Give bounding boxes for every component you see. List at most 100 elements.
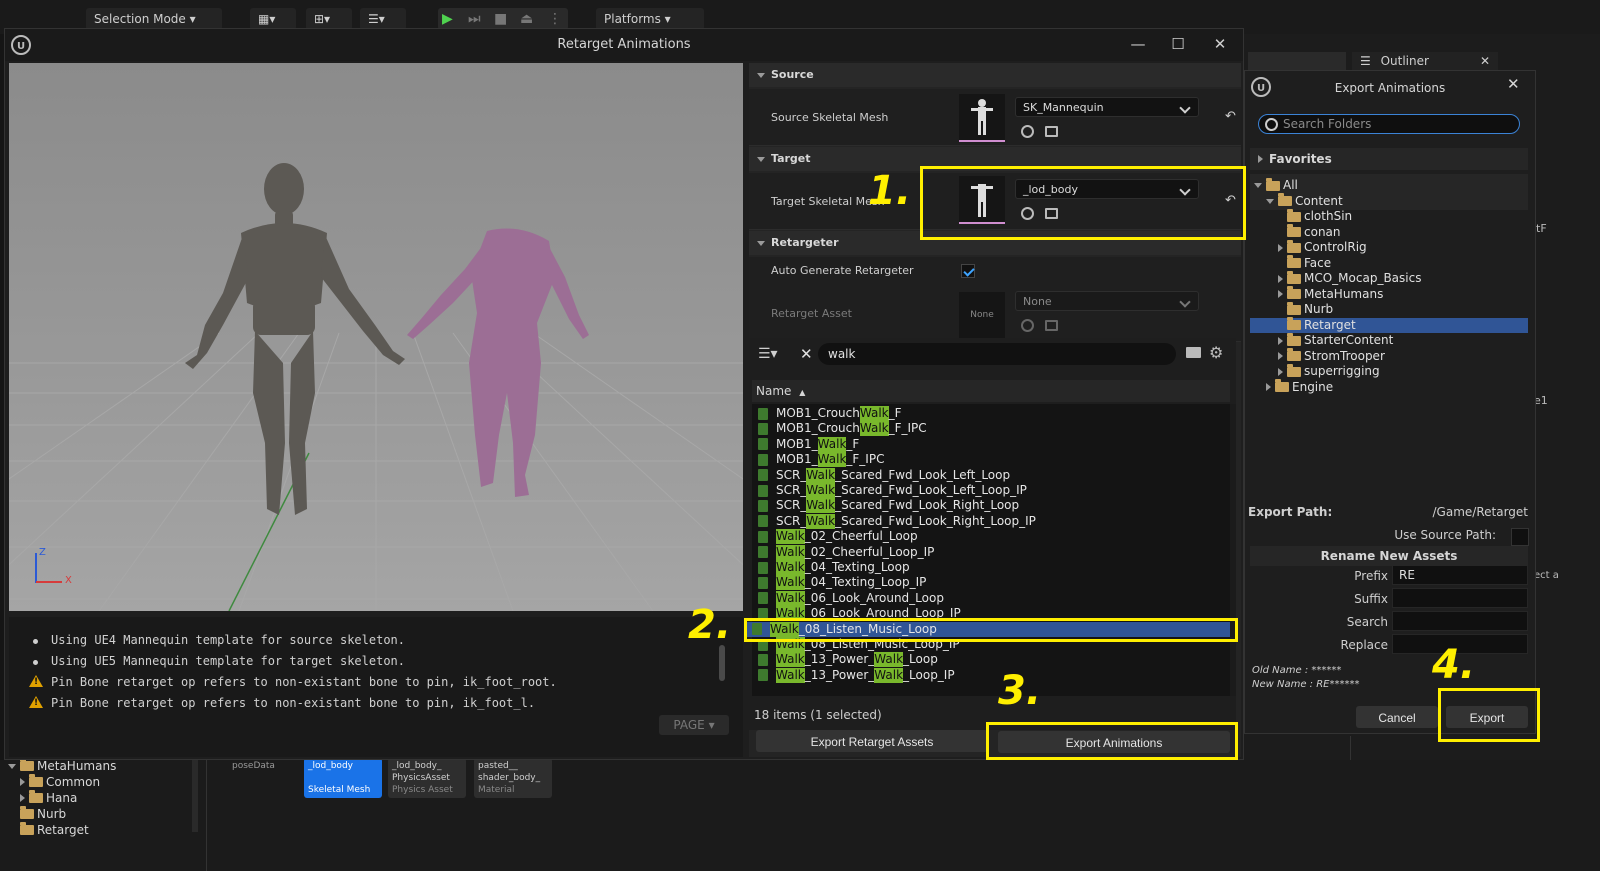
folder-tree-item[interactable]: ControlRig <box>1250 239 1528 255</box>
asset-tile-selected[interactable]: _lod_body Skeletal Mesh <box>304 758 382 798</box>
maximize-button[interactable]: ☐ <box>1165 33 1191 55</box>
selection-mode-dropdown[interactable]: Selection Mode ▾ <box>86 8 222 30</box>
settings-gear-icon[interactable]: ⚙ <box>1209 343 1223 362</box>
use-selected-icon[interactable] <box>1021 319 1034 332</box>
blueprint-icon[interactable]: ⊞▾ <box>306 8 352 30</box>
clear-search-icon[interactable]: ✕ <box>800 345 813 363</box>
export-retarget-assets-button[interactable]: Export Retarget Assets <box>756 730 988 752</box>
asset-search-input[interactable]: walk <box>818 343 1176 365</box>
folder-tree-item[interactable]: MCO_Mocap_Basics <box>1250 270 1528 286</box>
folder-tree-item[interactable]: Nurb <box>1250 301 1528 317</box>
asset-tile[interactable]: pasted__ shader_body_ Material <box>474 758 552 798</box>
add-actor-icon[interactable]: ▦▾ <box>250 8 296 30</box>
folder-item[interactable]: Common <box>8 774 116 790</box>
retarget-asset-combo[interactable]: None <box>1015 291 1199 311</box>
search-match-highlight: Walk <box>776 575 805 591</box>
eject-icon[interactable]: ⏏ <box>520 11 533 27</box>
search-replace-input[interactable] <box>1392 611 1528 631</box>
folder-tree-item[interactable]: Engine <box>1250 379 1528 395</box>
page-button[interactable]: PAGE ▾ <box>659 715 729 735</box>
asset-tile[interactable]: _lod_body_ PhysicsAsset Physics Asset <box>388 758 466 798</box>
animation-item[interactable]: Walk _02_Cheerful_Loop_IP <box>758 544 934 560</box>
animation-item[interactable]: SCR_ Walk _Scared_Fwd_Look_Left_Loop_IP <box>758 483 1027 498</box>
prefix-input[interactable]: RE <box>1392 565 1528 585</box>
viewport-tabs[interactable] <box>1248 52 1346 70</box>
filter-icon[interactable]: ☰▾ <box>758 346 778 362</box>
dialog-close-button[interactable]: ✕ <box>1507 75 1520 93</box>
chevron-right-icon[interactable] <box>1278 274 1283 283</box>
folder-tree-item[interactable]: MetaHumans <box>1250 286 1528 302</box>
retarget-asset-value: None <box>1023 295 1052 308</box>
close-button[interactable]: ✕ <box>1207 33 1233 55</box>
source-mesh-combo[interactable]: SK_Mannequin <box>1015 97 1199 117</box>
section-source[interactable]: Source <box>749 63 1241 87</box>
outliner-tab[interactable]: ☰ Outliner ✕ <box>1352 52 1498 70</box>
use-source-path-checkbox[interactable] <box>1511 528 1529 546</box>
folder-item[interactable]: Nurb <box>8 806 116 822</box>
chevron-right-icon[interactable] <box>1278 352 1283 360</box>
animation-name-part: _Loop <box>903 652 938 667</box>
folder-tree-item[interactable]: StarterContent <box>1250 332 1528 348</box>
folder-item[interactable]: MetaHumans <box>8 758 116 774</box>
animation-item[interactable]: Walk _13_Power_ Walk _Loop <box>758 652 938 668</box>
animation-item[interactable]: MOB1_Crouch Walk _F <box>758 406 902 421</box>
minimize-button[interactable]: — <box>1125 33 1151 55</box>
list-header[interactable]: Name ▲ <box>752 380 1230 402</box>
skip-icon[interactable]: ⏭ <box>468 11 481 27</box>
folder-tree-item[interactable]: StromTrooper <box>1250 348 1528 364</box>
tree-scrollbar[interactable] <box>192 760 198 832</box>
platforms-dropdown[interactable]: Platforms ▾ <box>596 8 704 30</box>
folder-item[interactable]: Retarget <box>8 822 116 838</box>
animation-item[interactable]: SCR_ Walk _Scared_Fwd_Look_Left_Loop <box>758 467 1010 483</box>
asset-tile[interactable]: poseData <box>228 758 306 798</box>
chevron-down-icon[interactable] <box>1254 183 1262 188</box>
folder-tree-item[interactable]: Retarget <box>1250 317 1528 333</box>
cinematics-icon[interactable]: ☰▾ <box>360 8 406 30</box>
chevron-right-icon[interactable] <box>1278 336 1283 345</box>
play-controls[interactable]: ▶ ⏭ ■ ⏏ ⋮ <box>438 8 568 30</box>
search-folders-input[interactable]: Search Folders <box>1258 114 1520 134</box>
animation-item[interactable]: MOB1_ Walk _F_IPC <box>758 452 884 468</box>
use-selected-icon[interactable] <box>1021 125 1034 138</box>
retarget-asset-thumbnail[interactable]: None <box>959 292 1005 340</box>
outliner-close-icon[interactable]: ✕ <box>1480 52 1490 70</box>
folder-item[interactable]: Hana <box>8 790 116 806</box>
suffix-input[interactable] <box>1392 588 1528 608</box>
animation-item[interactable]: MOB1_ Walk _F <box>758 436 859 452</box>
folder-tree-item[interactable]: superrigging <box>1250 363 1528 379</box>
reset-arrow-icon[interactable]: ↶ <box>1225 109 1236 124</box>
browse-folder-icon[interactable] <box>1045 320 1058 331</box>
more-icon[interactable]: ⋮ <box>548 11 562 27</box>
folder-tree-item[interactable]: Content <box>1250 193 1528 209</box>
stop-icon[interactable]: ■ <box>494 11 507 27</box>
preview-viewport[interactable]: Z X <box>9 63 743 611</box>
animation-item[interactable]: Walk _06_Look_Around_Loop <box>758 590 944 606</box>
chevron-right-icon[interactable] <box>1278 367 1283 376</box>
animation-item[interactable]: Walk _13_Power_ Walk _Loop_IP <box>758 667 955 683</box>
folder-tree-item[interactable]: Face <box>1250 255 1528 271</box>
animation-item[interactable]: SCR_ Walk _Scared_Fwd_Look_Right_Loop <box>758 498 1019 514</box>
chevron-down-icon[interactable] <box>1266 198 1274 204</box>
folder-tree-item[interactable]: clothSin <box>1250 208 1528 224</box>
animation-item[interactable]: MOB1_Crouch Walk _F_IPC <box>758 421 927 437</box>
folder-tree-item[interactable]: conan <box>1250 224 1528 240</box>
browse-folder-icon[interactable] <box>1045 126 1058 137</box>
play-icon[interactable]: ▶ <box>442 11 453 27</box>
animation-item[interactable]: Walk _02_Cheerful_Loop <box>758 529 918 545</box>
folder-tree-item[interactable]: All <box>1250 177 1528 193</box>
favorites-section[interactable]: Favorites <box>1250 148 1528 170</box>
folder-view-icon[interactable] <box>1186 347 1201 358</box>
chevron-right-icon[interactable] <box>1266 383 1271 391</box>
window-titlebar[interactable]: U Retarget Animations — ☐ ✕ <box>5 29 1243 61</box>
search-match-highlight: Walk <box>776 590 805 606</box>
animation-item[interactable]: Walk _04_Texting_Loop_IP <box>758 575 926 591</box>
auto-generate-checkbox[interactable] <box>961 264 975 278</box>
source-mesh-thumbnail[interactable] <box>959 94 1005 142</box>
list-scrollbar[interactable] <box>1230 404 1236 696</box>
animation-item[interactable]: Walk _04_Texting_Loop <box>758 560 910 575</box>
log-scrollbar[interactable] <box>719 645 725 681</box>
chevron-right-icon[interactable] <box>1278 290 1283 298</box>
animation-item[interactable]: SCR_ Walk _Scared_Fwd_Look_Right_Loop_IP <box>758 513 1036 529</box>
chevron-right-icon[interactable] <box>1278 243 1283 252</box>
cancel-button[interactable]: Cancel <box>1356 706 1438 728</box>
